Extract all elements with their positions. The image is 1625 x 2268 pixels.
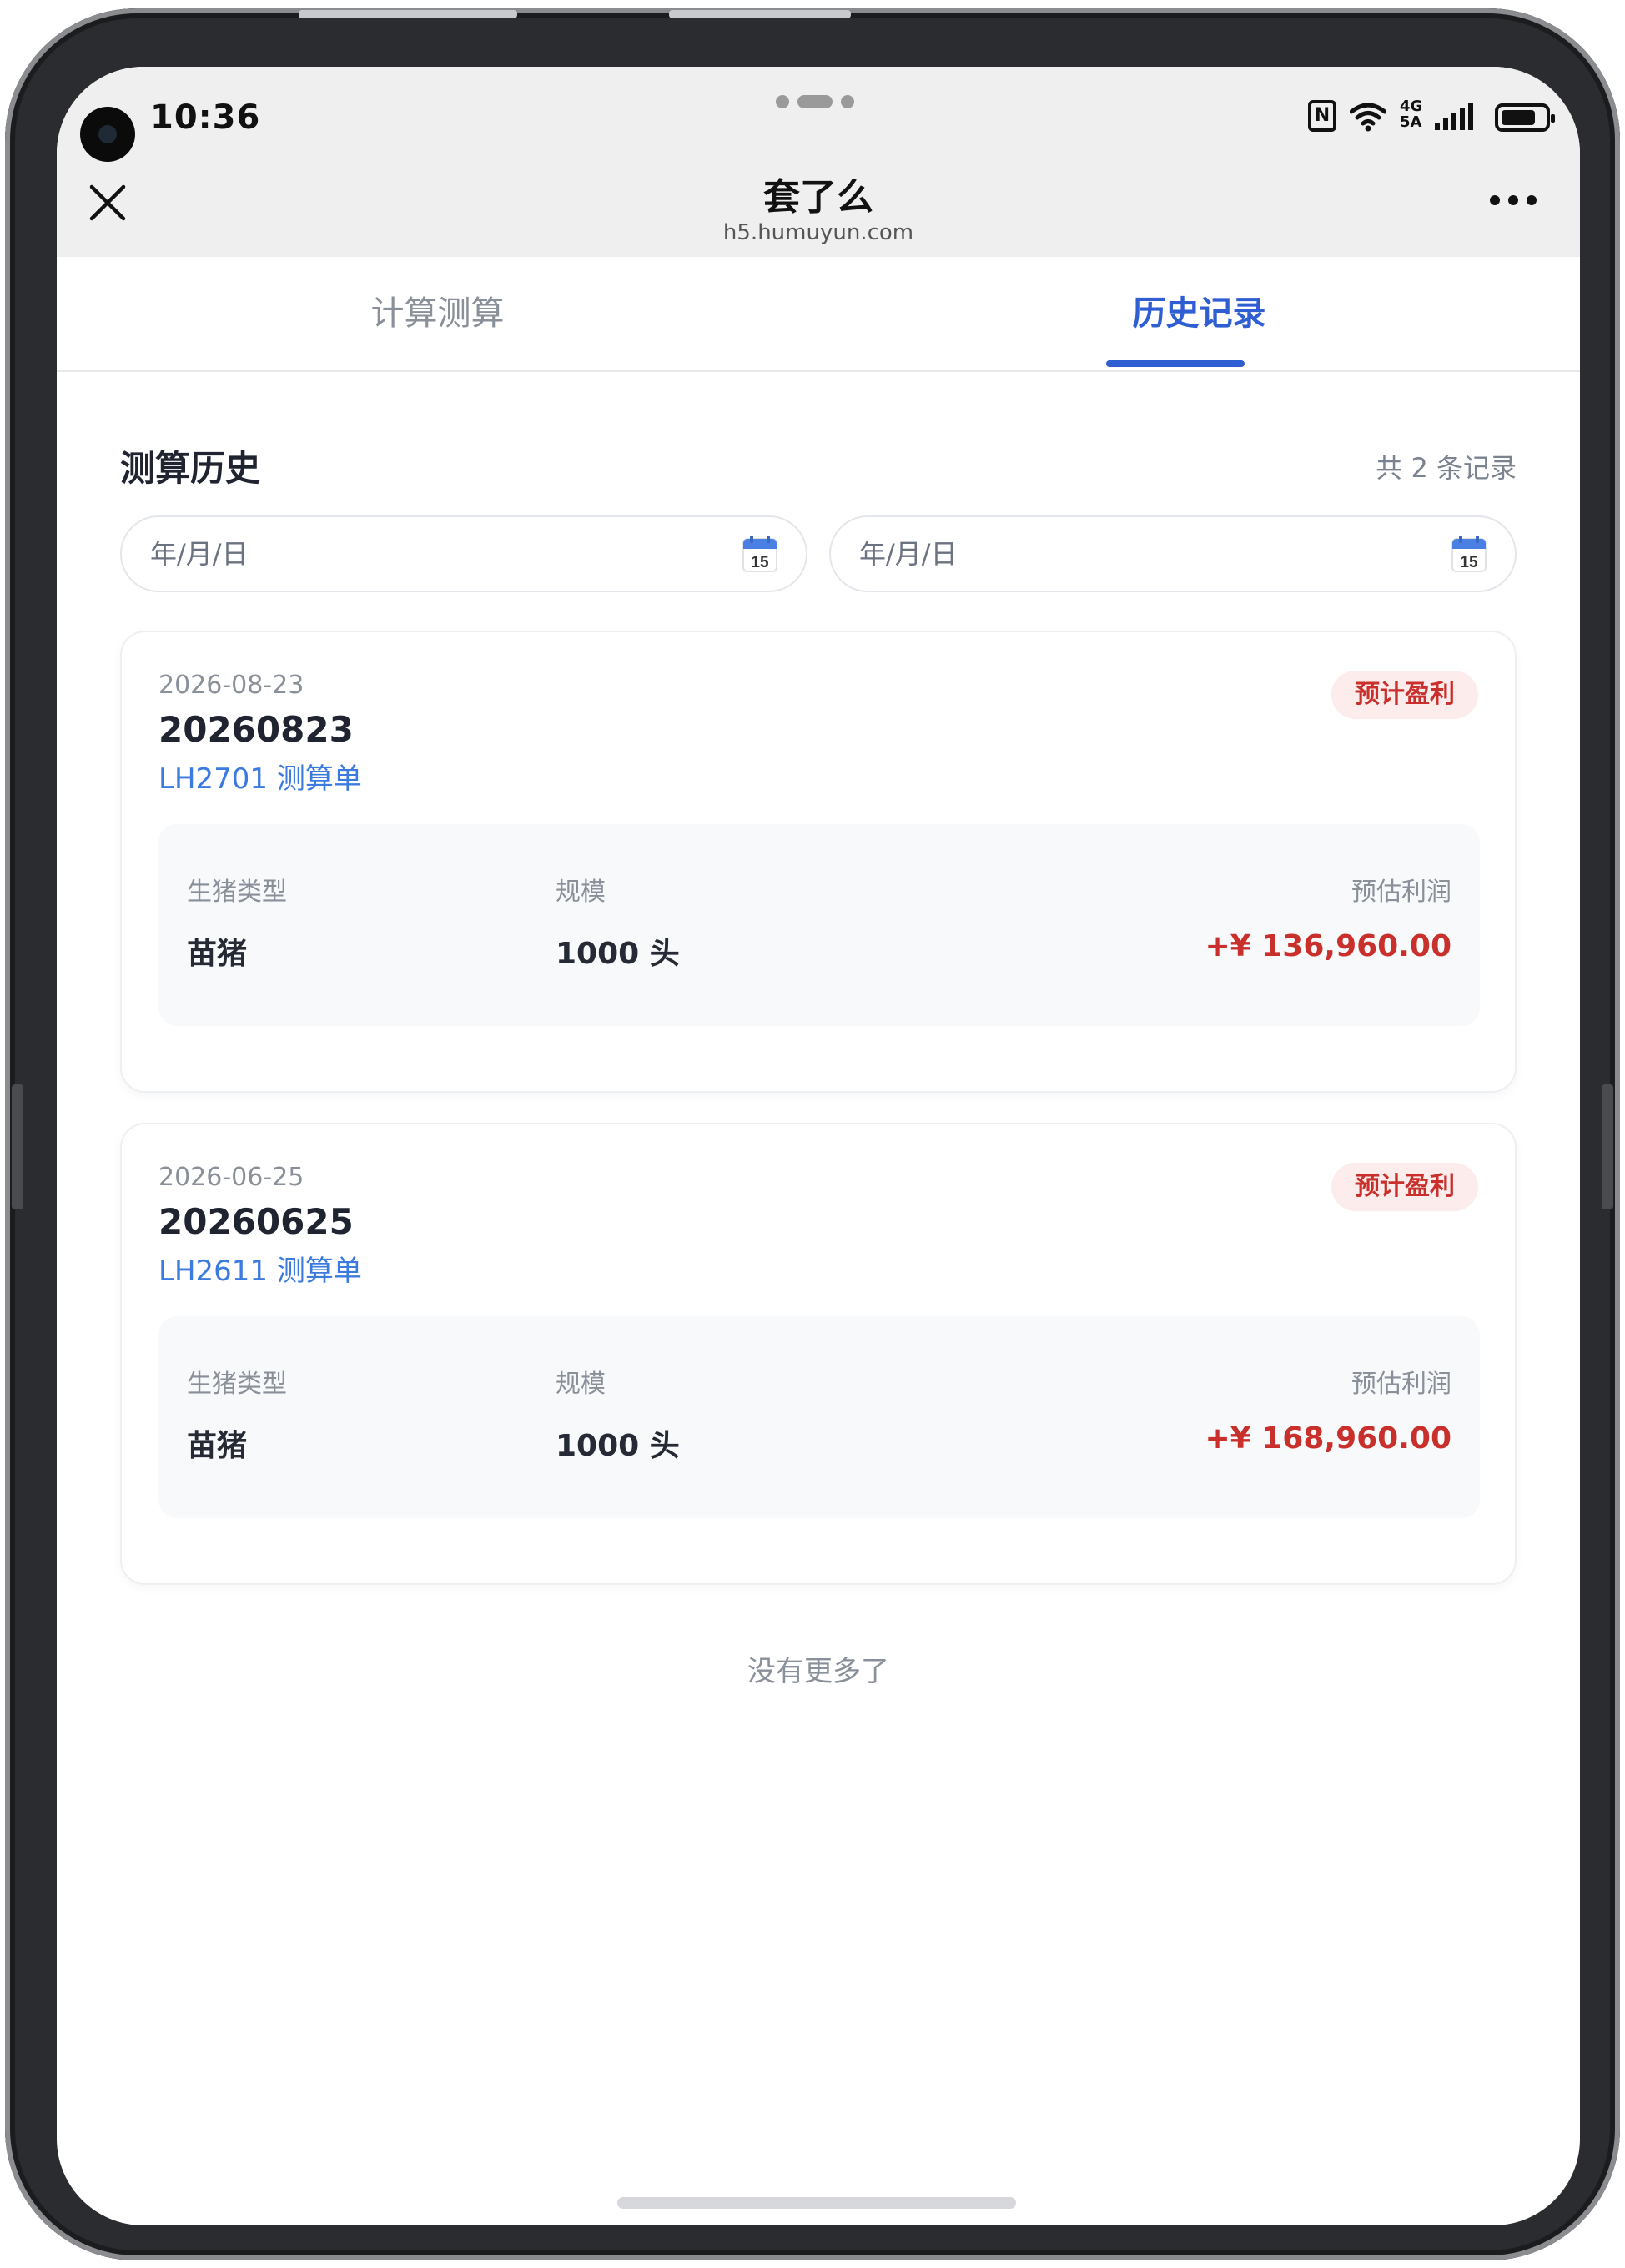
page-title: 套了么 [763,176,873,219]
record-details: 生猪类型 苗猪 规模 1000 头 预估利润 +¥ 136,960.00 [158,824,1480,1026]
end-date-input[interactable]: 年/月/日 15 [829,515,1517,592]
network-label-bottom: 5A [1400,113,1422,131]
handle-dot [841,95,854,108]
record-subtitle-link[interactable]: LH2701 测算单 [158,756,362,797]
calendar-icon[interactable]: 15 [1451,536,1487,572]
tab-history[interactable]: 历史记录 [818,257,1580,370]
status-icons: N 4G 5A [1283,98,1555,133]
profit-status-badge: 预计盈利 [1331,1163,1478,1211]
start-date-input[interactable]: 年/月/日 15 [120,515,807,592]
status-time: 10:36 [150,98,261,137]
calendar-icon[interactable]: 15 [742,536,777,572]
calendar-day: 15 [751,554,769,571]
page-url: h5.humuyun.com [722,220,914,245]
history-record-card[interactable]: 2026-08-23 20260823 LH2701 测算单 预计盈利 生猪类型… [120,631,1517,1093]
pig-type-value: 苗猪 [187,937,248,971]
pig-type-label: 生猪类型 [187,1370,287,1399]
side-button-left [12,1084,23,1209]
screen: 10:36 N 4G 5A 套了么 h5.humuyun.com 计算测算 历史… [57,67,1580,2225]
network-label-top: 4G [1400,98,1423,115]
front-camera [80,107,135,162]
section-title: 测算历史 [120,448,261,489]
browser-top-bar: 10:36 N 4G 5A 套了么 h5.humuyun.com [57,67,1580,257]
nfc-icon: N [1308,100,1336,132]
calendar-day: 15 [1460,554,1478,571]
tab-calculate[interactable]: 计算测算 [57,257,818,370]
list-end-text: 没有更多了 [747,1655,889,1688]
active-tab-indicator [1106,360,1245,367]
record-subtitle-link[interactable]: LH2611 测算单 [158,1248,362,1289]
pig-type-label: 生猪类型 [187,878,287,907]
profit-value: +¥ 168,960.00 [1205,1421,1452,1456]
scale-label: 规模 [556,1370,606,1399]
record-date: 2026-06-25 [158,1163,304,1192]
history-record-card[interactable]: 2026-06-25 20260625 LH2611 测算单 预计盈利 生猪类型… [120,1123,1517,1585]
scale-value: 1000 头 [556,1429,680,1463]
device-frame: 10:36 N 4G 5A 套了么 h5.humuyun.com 计算测算 历史… [5,8,1620,2260]
record-details: 生猪类型 苗猪 规模 1000 头 预估利润 +¥ 168,960.00 [158,1316,1480,1518]
end-date-placeholder: 年/月/日 [859,538,958,570]
record-count: 共 2 条记录 [1376,452,1517,484]
side-button-right [1602,1084,1613,1209]
more-icon[interactable] [1490,195,1537,207]
hinge-top-right [669,10,851,18]
hinge-top-left [299,10,517,18]
profit-label: 预估利润 [1351,878,1451,907]
scale-value: 1000 头 [556,937,680,971]
tab-bar: 计算测算 历史记录 [57,257,1580,372]
profit-value: +¥ 136,960.00 [1205,929,1452,963]
record-id: 20260625 [158,1201,354,1242]
home-indicator[interactable] [617,2197,1016,2209]
wifi-icon [1350,103,1386,132]
handle-dot [776,95,789,108]
pig-type-value: 苗猪 [187,1429,248,1463]
profit-label: 预估利润 [1351,1370,1451,1399]
start-date-placeholder: 年/月/日 [150,538,249,570]
record-id: 20260823 [158,709,354,750]
network-type: 4G 5A [1400,98,1433,130]
profit-status-badge: 预计盈利 [1331,671,1478,719]
battery-icon [1495,103,1555,132]
scale-label: 规模 [556,878,606,907]
record-date: 2026-08-23 [158,671,304,700]
handle-dot-long [797,95,833,108]
signal-icon [1435,103,1473,130]
